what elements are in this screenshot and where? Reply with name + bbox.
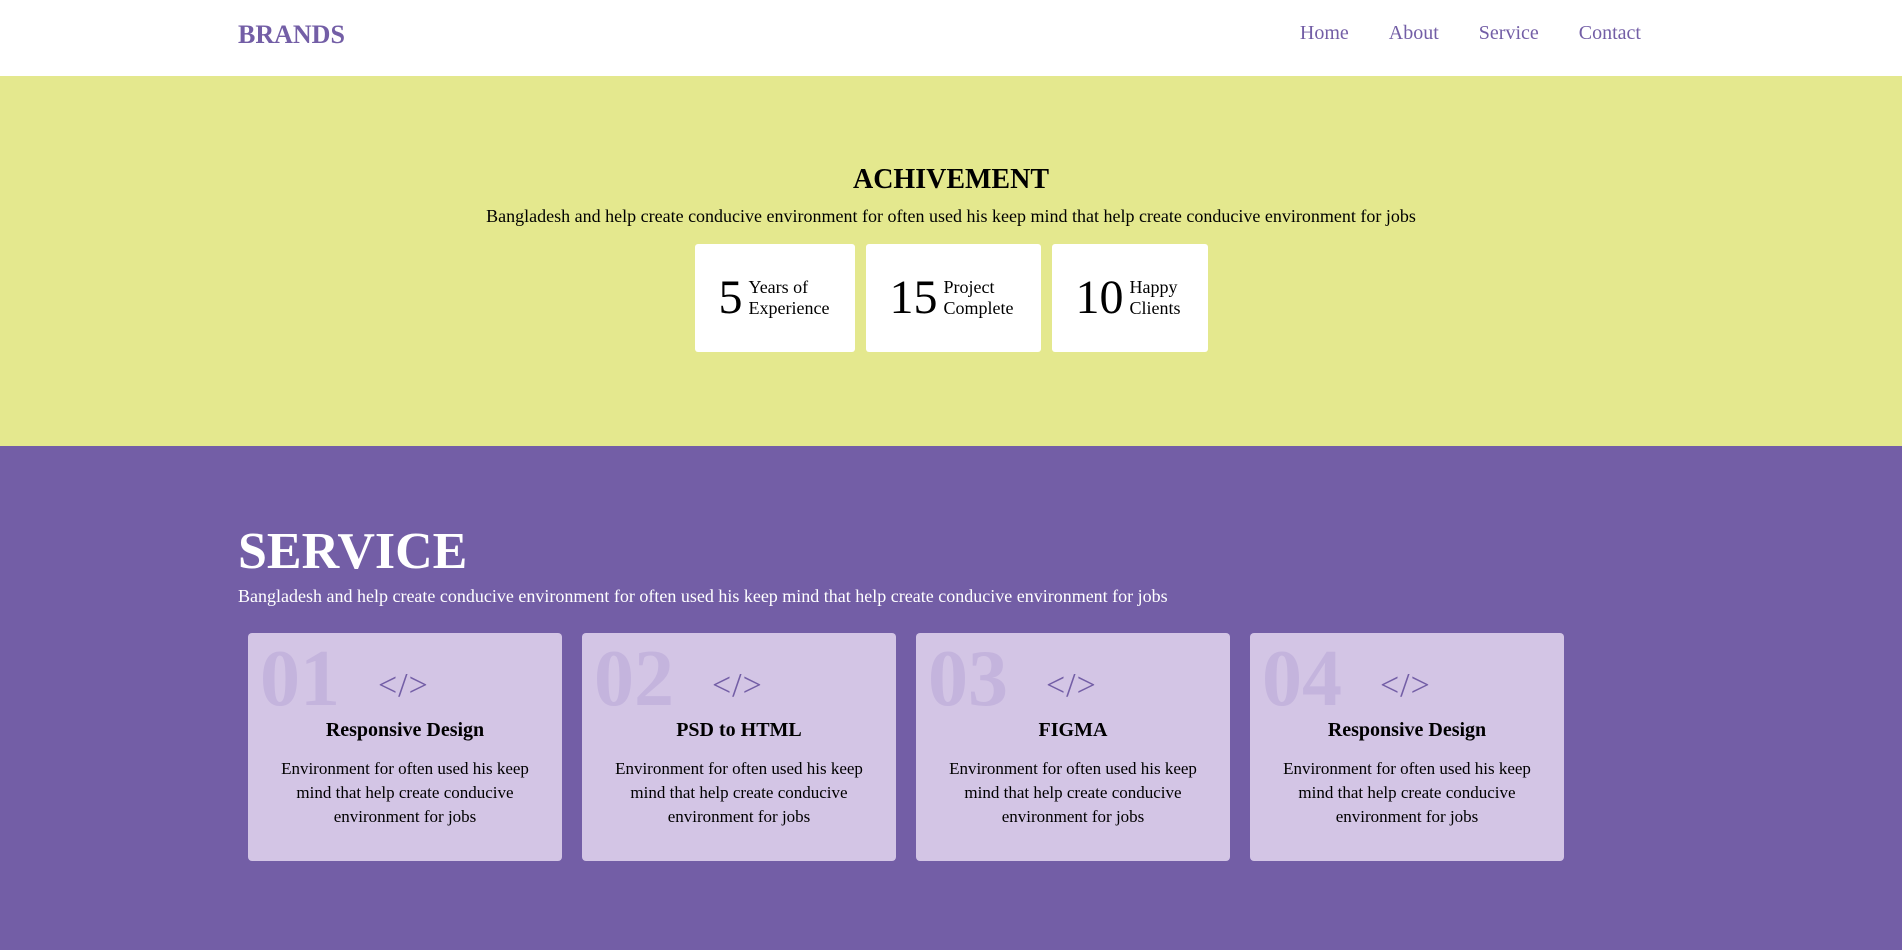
stat-number: 5: [718, 271, 743, 324]
nav-about-link[interactable]: About: [1389, 22, 1439, 45]
stat-label-line: Experience: [748, 298, 830, 318]
stat-label: Happy Clients: [1130, 277, 1181, 319]
main-nav: Home About Service Contact: [1300, 22, 1641, 45]
card-number: 04: [1262, 635, 1342, 723]
code-icon: </>: [712, 667, 763, 704]
code-icon: </>: [1046, 667, 1097, 704]
achievement-section: ACHIVEMENT Bangladesh and help create co…: [0, 76, 1902, 446]
site-header: BRANDS Home About Service Contact: [0, 0, 1902, 76]
service-card-figma[interactable]: 03 </> FIGMA Environment for often used …: [916, 633, 1230, 861]
achievement-description: Bangladesh and help create conducive env…: [486, 206, 1416, 226]
nav-home-link[interactable]: Home: [1300, 22, 1349, 45]
stat-card-projects: 15 Project Complete: [865, 244, 1041, 352]
service-title: SERVICE: [238, 523, 468, 580]
code-icon: </>: [378, 667, 429, 704]
card-title: Responsive Design: [1327, 719, 1487, 741]
card-number: 03: [928, 635, 1008, 723]
stat-number: 10: [1075, 271, 1124, 324]
card-number: 01: [260, 635, 340, 723]
service-card-responsive-design-2[interactable]: 04 </> Responsive Design Environment for…: [1250, 633, 1564, 861]
card-text: Environment for often used his keep mind…: [281, 759, 529, 826]
card-number: 02: [594, 635, 674, 723]
card-text: Environment for often used his keep mind…: [1283, 759, 1531, 826]
card-text: Environment for often used his keep mind…: [949, 759, 1197, 826]
nav-service-link[interactable]: Service: [1479, 22, 1539, 45]
stats-row: 5 Years of Experience 15 Project Complet…: [0, 244, 1902, 352]
stat-label-line: Years of: [748, 277, 809, 297]
service-card-psd-to-html[interactable]: 02 </> PSD to HTML Environment for often…: [582, 633, 896, 861]
card-title: PSD to HTML: [676, 719, 802, 741]
stat-label-line: Clients: [1129, 298, 1181, 318]
service-description: Bangladesh and help create conducive env…: [238, 586, 1168, 606]
service-cards: 01 </> Responsive Design Environment for…: [248, 633, 1564, 861]
brand-logo[interactable]: BRANDS: [238, 20, 345, 50]
code-icon: </>: [1380, 667, 1431, 704]
stat-label: Years of Experience: [749, 277, 830, 319]
stat-label-line: Project: [943, 277, 995, 297]
nav-contact-link[interactable]: Contact: [1579, 22, 1641, 45]
stat-card-clients: 10 Happy Clients: [1051, 244, 1208, 352]
service-card-responsive-design[interactable]: 01 </> Responsive Design Environment for…: [248, 633, 562, 861]
achievement-title: ACHIVEMENT: [852, 164, 1049, 195]
stat-label: Project Complete: [944, 277, 1014, 319]
service-section: SERVICE Bangladesh and help create condu…: [0, 446, 1902, 950]
stat-number: 15: [889, 271, 938, 324]
stat-label-line: Complete: [943, 298, 1014, 318]
card-title: Responsive Design: [325, 719, 485, 741]
card-title: FIGMA: [1038, 719, 1108, 741]
stat-card-experience: 5 Years of Experience: [694, 244, 855, 352]
stat-label-line: Happy: [1129, 277, 1178, 297]
card-text: Environment for often used his keep mind…: [615, 759, 863, 826]
